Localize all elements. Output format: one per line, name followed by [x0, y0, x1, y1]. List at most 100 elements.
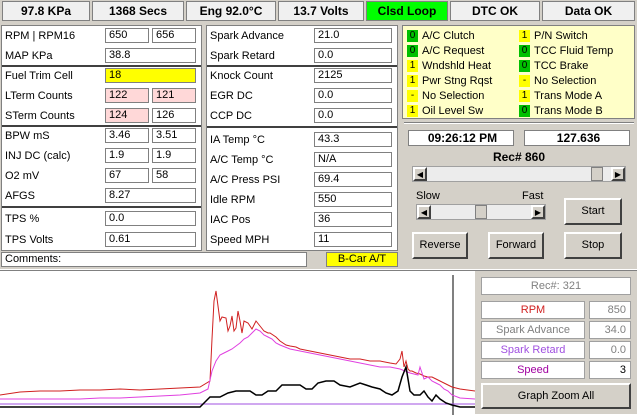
reverse-button[interactable]: Reverse: [412, 232, 468, 259]
scroll-thumb[interactable]: [591, 167, 603, 181]
indicator-item: - No Selection: [519, 74, 631, 88]
ia-temp-label: IA Temp °C: [210, 134, 265, 146]
spark-advance-value: 21.0: [314, 28, 392, 43]
ac-press-label: A/C Press PSI: [210, 174, 281, 186]
speed-thumb[interactable]: [475, 205, 487, 219]
inj-value-1: 1.9: [105, 148, 149, 163]
graph-spark-retard-value: 0.0: [589, 341, 631, 359]
indicator-item: 0 TCC Brake: [519, 59, 631, 73]
graph-record-label: Rec#: 321: [481, 277, 631, 295]
inj-label: INJ DC (calc): [5, 150, 71, 162]
bpw-value-2: 3.51: [152, 128, 196, 143]
fast-label: Fast: [522, 190, 544, 202]
fuel-trim-value: 18: [105, 68, 196, 83]
indicator-state: 1: [519, 30, 530, 42]
mid-data-panel: Spark Advance 21.0 Spark Retard 0.0 Knoc…: [206, 25, 398, 251]
vehicle-tag: B-Car A/T: [326, 252, 398, 267]
lterm-label: LTerm Counts: [5, 90, 73, 102]
scroll-left-button[interactable]: ◀: [413, 167, 427, 181]
speed-scrollbar[interactable]: ◀ ▶: [416, 204, 546, 220]
indicator-label: TCC Brake: [534, 60, 589, 72]
indicator-state: 0: [519, 60, 530, 72]
egr-dc-label: EGR DC: [210, 90, 253, 102]
sterm-value-2: 126: [152, 108, 196, 123]
indicator-label: Trans Mode A: [534, 90, 603, 102]
afgs-value: 8.27: [105, 188, 196, 203]
stop-button[interactable]: Stop: [564, 232, 622, 259]
graph-speed-label[interactable]: Speed: [481, 361, 585, 379]
left-data-panel: RPM | RPM16 650 656 MAP KPa 38.8 Fuel Tr…: [1, 25, 202, 251]
tps-volts-label: TPS Volts: [5, 234, 54, 246]
spark-retard-value: 0.0: [314, 48, 392, 63]
graph-area[interactable]: [0, 270, 475, 415]
indicator-item: 0 A/C Request: [407, 44, 519, 58]
indicator-state: 0: [407, 30, 418, 42]
indicator-state: -: [407, 90, 418, 102]
knock-count-label: Knock Count: [210, 70, 273, 82]
ia-temp-value: 43.3: [314, 132, 392, 147]
indicator-label: Wndshld Heat: [422, 60, 492, 72]
o2-value-1: 67: [105, 168, 149, 183]
kpa-status: 97.8 KPa: [2, 1, 90, 21]
comments-field[interactable]: Comments:: [1, 252, 307, 267]
map-label: MAP KPa: [5, 50, 53, 62]
indicator-label: A/C Clutch: [422, 30, 475, 42]
secs-status: 1368 Secs: [92, 1, 184, 21]
bpw-label: BPW mS: [5, 130, 50, 142]
loop-status: Clsd Loop: [366, 1, 448, 21]
divider: [207, 126, 397, 128]
speed-right-button[interactable]: ▶: [531, 205, 545, 219]
lterm-value-1: 122: [105, 88, 149, 103]
map-value: 38.8: [105, 48, 196, 63]
dtc-status: DTC OK: [450, 1, 540, 21]
iac-pos-value: 36: [314, 212, 392, 227]
ccp-dc-label: CCP DC: [210, 110, 252, 122]
graph-spark-advance-label[interactable]: Spark Advance: [481, 321, 585, 339]
panel-divider: [404, 122, 634, 124]
elapsed-display: 127.636: [524, 130, 630, 146]
graph-rpm-label[interactable]: RPM: [481, 301, 585, 319]
divider: [2, 206, 201, 208]
indicator-label: No Selection: [534, 75, 597, 87]
speed-left-button[interactable]: ◀: [417, 205, 431, 219]
graph-zoom-all-button[interactable]: Graph Zoom All: [481, 383, 631, 409]
indicator-item: - No Selection: [407, 89, 519, 103]
indicator-state: 1: [519, 90, 530, 102]
o2-value-2: 58: [152, 168, 196, 183]
bpw-value-1: 3.46: [105, 128, 149, 143]
indicator-item: 1 Trans Mode A: [519, 89, 631, 103]
graph-speed-value: 3: [589, 361, 631, 379]
record-scrollbar[interactable]: ◀ ▶: [412, 166, 626, 182]
sterm-label: STerm Counts: [5, 110, 75, 122]
start-button[interactable]: Start: [564, 198, 622, 225]
indicator-item: 0 A/C Clutch: [407, 29, 519, 43]
slow-label: Slow: [416, 190, 440, 202]
rpm-value: 650: [105, 28, 149, 43]
ac-temp-label: A/C Temp °C: [210, 154, 274, 166]
o2-label: O2 mV: [5, 170, 40, 182]
inj-value-2: 1.9: [152, 148, 196, 163]
graph-spark-advance-value: 34.0: [589, 321, 631, 339]
scroll-right-button[interactable]: ▶: [611, 167, 625, 181]
ac-temp-value: N/A: [314, 152, 392, 167]
volts-status: 13.7 Volts: [278, 1, 364, 21]
indicator-state: 0: [519, 105, 530, 117]
tps-label: TPS %: [5, 213, 40, 225]
spark-retard-label: Spark Retard: [210, 50, 275, 62]
graph-spark-retard-label[interactable]: Spark Retard: [481, 341, 585, 359]
playback-panel: 09:26:12 PM 127.636 Rec# 860 ◀ ▶ Slow Fa…: [404, 122, 634, 267]
iac-pos-label: IAC Pos: [210, 214, 251, 226]
clock-display: 09:26:12 PM: [408, 130, 514, 146]
indicator-state: -: [519, 75, 530, 87]
divider: [207, 65, 397, 67]
tps-volts-value: 0.61: [105, 232, 196, 247]
data-status: Data OK: [542, 1, 635, 21]
forward-button[interactable]: Forward: [488, 232, 544, 259]
rpm16-value: 656: [152, 28, 196, 43]
record-label: Rec# 860: [492, 150, 546, 164]
divider: [2, 65, 201, 67]
idle-rpm-label: Idle RPM: [210, 194, 256, 206]
graph-plot: [0, 275, 475, 415]
indicator-item: 1 Pwr Stng Rqst: [407, 74, 519, 88]
indicator-label: No Selection: [422, 90, 485, 102]
